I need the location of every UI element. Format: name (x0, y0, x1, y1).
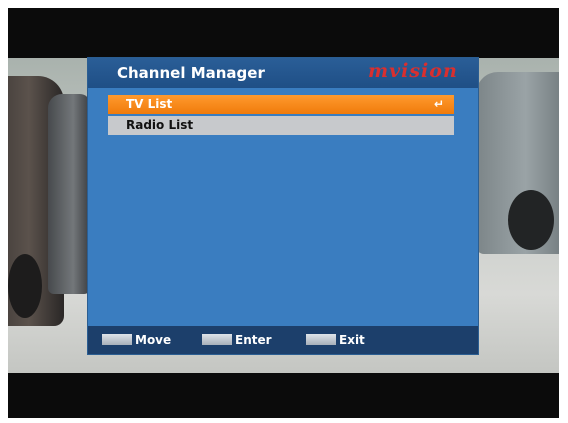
tv-screen: Channel Manager mvision TV List ↵ Radio … (8, 8, 559, 418)
menu-item-radio-list[interactable]: Radio List (108, 116, 454, 135)
menu-item-label: Radio List (126, 118, 194, 132)
menu-item-tv-list[interactable]: TV List ↵ (108, 95, 454, 114)
arrow-keys-icon (102, 334, 132, 345)
hint-enter: Enter (202, 332, 272, 348)
ok-key-icon (202, 334, 232, 345)
dialog-header: Channel Manager mvision (88, 58, 478, 88)
hint-exit-label: Exit (339, 333, 365, 347)
parked-car-left-rear (48, 94, 90, 294)
channel-list-menu: TV List ↵ Radio List (108, 95, 454, 137)
hint-move-label: Move (135, 333, 172, 347)
enter-icon: ↵ (433, 97, 444, 111)
hint-enter-label: Enter (235, 333, 272, 347)
car-wheel-left (8, 254, 42, 318)
hint-move: Move (102, 332, 171, 348)
dialog-title: Channel Manager (117, 64, 265, 82)
menu-item-label: TV List (126, 97, 173, 111)
exit-key-icon (306, 334, 336, 345)
hint-exit: Exit (306, 332, 365, 348)
brand-logo: mvision (368, 60, 458, 82)
key-hint-bar: Move Enter Exit (88, 326, 478, 354)
car-wheel-right (508, 190, 554, 250)
channel-manager-dialog: Channel Manager mvision TV List ↵ Radio … (88, 58, 478, 354)
